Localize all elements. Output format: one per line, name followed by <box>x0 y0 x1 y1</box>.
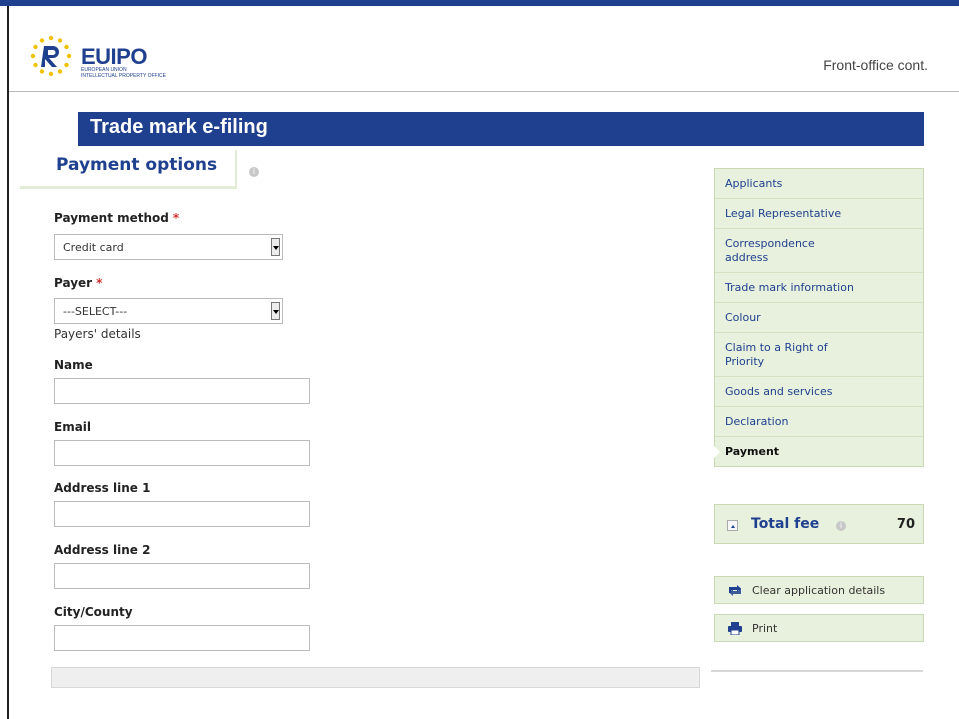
section-info-icon[interactable]: i <box>249 167 259 177</box>
sidebar-item-declaration[interactable]: Declaration <box>715 407 923 437</box>
header-divider <box>9 91 959 92</box>
step-navigation: Applicants Legal Representative Correspo… <box>714 168 924 467</box>
site-header: EUIPO European Union Intellectual Proper… <box>9 6 959 91</box>
city-county-label: City/County <box>54 605 133 619</box>
sidebar-item-correspondence-address[interactable]: Correspondence address <box>715 229 923 273</box>
address-line-2-label: Address line 2 <box>54 543 151 557</box>
clear-arrows-icon <box>729 585 741 596</box>
payment-method-value: Credit card <box>63 241 124 254</box>
clear-application-label: Clear application details <box>752 584 886 597</box>
payment-method-select[interactable]: Credit card <box>54 234 283 260</box>
sidebar-item-goods-and-services[interactable]: Goods and services <box>715 377 923 407</box>
logo-subtitle-2: Intellectual Property Office <box>81 73 166 79</box>
sidebar-item-claim-priority[interactable]: Claim to a Right of Priority <box>715 333 923 377</box>
clear-application-button[interactable]: Clear application details <box>714 576 924 604</box>
payer-value: ---SELECT--- <box>63 305 128 318</box>
name-field[interactable] <box>54 378 310 404</box>
section-title: Payment options <box>56 155 218 175</box>
logo-wordmark: EUIPO European Union Intellectual Proper… <box>81 44 166 80</box>
logo-main-text: EUIPO <box>81 44 147 69</box>
dropdown-arrow-icon[interactable] <box>271 302 280 320</box>
payment-method-label: Payment method * <box>54 211 180 225</box>
form-footer-bar <box>51 667 700 688</box>
printer-icon <box>728 622 742 635</box>
sidebar-item-trade-mark-information[interactable]: Trade mark information <box>715 273 923 303</box>
euipo-logo-icon[interactable] <box>29 34 73 78</box>
dropdown-arrow-icon[interactable] <box>271 238 280 256</box>
print-label: Print <box>752 622 778 635</box>
sidebar-item-legal-representative[interactable]: Legal Representative <box>715 199 923 229</box>
collapse-toggle-icon[interactable] <box>727 520 738 531</box>
payer-select[interactable]: ---SELECT--- <box>54 298 283 324</box>
total-fee-value: 70 <box>896 517 915 532</box>
sidebar-item-payment[interactable]: Payment <box>714 437 923 466</box>
actions-footer-line <box>711 667 923 672</box>
total-fee-label: Total fee <box>751 516 820 532</box>
payer-label: Payer * <box>54 276 103 290</box>
email-label: Email <box>54 420 92 434</box>
section-tab: Payment options <box>20 150 235 189</box>
payers-details-label: Payers' details <box>54 327 141 341</box>
address-line-2-field[interactable] <box>54 563 310 589</box>
sidebar-item-colour[interactable]: Colour <box>715 303 923 333</box>
total-fee-panel: Total fee i 70 <box>714 504 924 544</box>
print-button[interactable]: Print <box>714 614 924 642</box>
required-marker: * <box>96 276 103 290</box>
address-line-1-field[interactable] <box>54 501 310 527</box>
sidebar-item-applicants[interactable]: Applicants <box>715 169 923 199</box>
city-county-field[interactable] <box>54 625 310 651</box>
email-field[interactable] <box>54 440 310 466</box>
header-right-text: Front-office cont. <box>823 57 928 73</box>
fee-info-icon[interactable]: i <box>836 521 846 531</box>
window-left-edge <box>7 6 9 719</box>
page-banner: Trade mark e-filing <box>78 112 924 146</box>
name-label: Name <box>54 358 93 372</box>
required-marker: * <box>172 211 180 225</box>
page-title: Trade mark e-filing <box>90 116 268 138</box>
address-line-1-label: Address line 1 <box>54 481 151 495</box>
